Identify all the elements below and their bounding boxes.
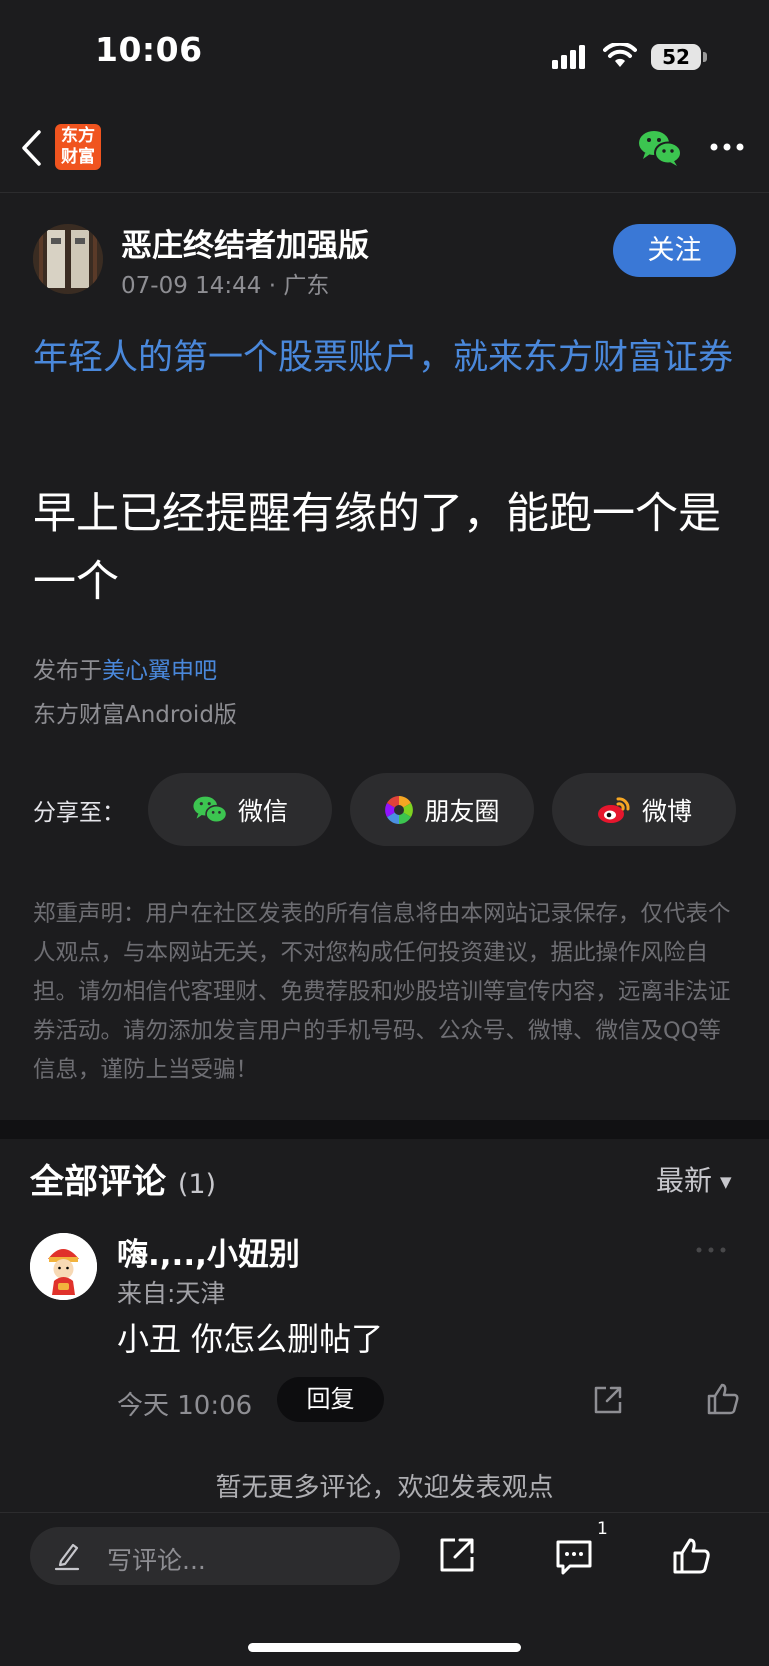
comment-like-icon[interactable] <box>706 1382 740 1416</box>
client-info: 东方财富Android版 <box>33 702 237 728</box>
app-logo: 东方财富 <box>55 124 101 170</box>
reply-button[interactable]: 回复 <box>277 1377 384 1422</box>
comment-icon[interactable] <box>554 1538 594 1576</box>
share-label: 分享至： <box>33 800 125 826</box>
comments-header: 全部评论 (1) <box>30 1154 216 1203</box>
share-weibo-button[interactable]: 微博 <box>552 773 736 846</box>
wifi-icon <box>603 43 637 67</box>
home-indicator[interactable] <box>248 1643 521 1652</box>
cellular-signal-icon <box>552 45 585 69</box>
promo-link[interactable]: 年轻人的第一个股票账户，就来东方财富证券 <box>33 330 738 386</box>
share-moments-button[interactable]: 朋友圈 <box>350 773 534 846</box>
battery-icon: 52 <box>651 44 701 70</box>
back-chevron-icon[interactable] <box>18 128 44 168</box>
comment-share-icon[interactable] <box>592 1384 624 1416</box>
share-icon[interactable] <box>438 1536 476 1574</box>
share-weibo-label: 微博 <box>641 796 692 826</box>
bar-link[interactable]: 美心翼申吧 <box>102 658 217 684</box>
comments-count: (1) <box>177 1169 217 1200</box>
commenter-name[interactable]: 嗨.,..,小妞别 <box>117 1229 300 1274</box>
author-avatar[interactable] <box>33 224 103 294</box>
more-icon[interactable] <box>709 141 745 153</box>
sort-label: 最新 <box>656 1164 713 1197</box>
published-in: 发布于美心翼申吧 <box>33 651 217 685</box>
share-moments-label: 朋友圈 <box>424 796 500 826</box>
caret-down-icon: ▼ <box>720 1173 732 1191</box>
comment-count-badge: 1 <box>597 1519 608 1539</box>
status-time: 10:06 <box>95 30 203 69</box>
comment-time: 今天 10:06 <box>117 1391 253 1421</box>
sort-dropdown[interactable]: 最新 ▼ <box>656 1159 732 1199</box>
published-prefix: 发布于 <box>33 658 102 684</box>
post-body: 早上已经提醒有缘的了，能跑一个是一个 <box>33 489 721 607</box>
share-wechat-label: 微信 <box>237 796 288 826</box>
share-wechat-button[interactable]: 微信 <box>148 773 332 846</box>
commenter-location: 来自:天津 <box>117 1279 226 1308</box>
section-divider <box>0 1120 769 1139</box>
author-name[interactable]: 恶庄终结者加强版 <box>121 220 369 265</box>
commenter-avatar[interactable] <box>30 1233 97 1300</box>
like-icon[interactable] <box>671 1536 711 1576</box>
disclaimer: 郑重声明：用户在社区发表的所有信息将由本网站记录保存，仅代表个人观点，与本网站无… <box>33 901 731 1083</box>
wechat-icon <box>193 796 228 823</box>
pencil-icon <box>54 1543 80 1571</box>
moments-icon <box>385 795 414 824</box>
comment-placeholder[interactable]: 写评论... <box>107 1541 206 1577</box>
wechat-icon[interactable] <box>638 129 682 167</box>
nav-divider <box>0 192 769 193</box>
no-more-comments: 暂无更多评论，欢迎发表观点 <box>215 1473 554 1503</box>
post-meta: 07-09 14:44 · 广东 <box>121 273 330 299</box>
comments-title: 全部评论 <box>30 1162 166 1202</box>
comment-more-icon[interactable] <box>695 1245 727 1255</box>
weibo-icon <box>597 796 630 823</box>
battery-tip <box>703 52 707 62</box>
comment-text: 小丑 你怎么删帖了 <box>117 1320 384 1358</box>
comment-input[interactable] <box>30 1527 400 1585</box>
follow-button[interactable]: 关注 <box>613 224 736 277</box>
